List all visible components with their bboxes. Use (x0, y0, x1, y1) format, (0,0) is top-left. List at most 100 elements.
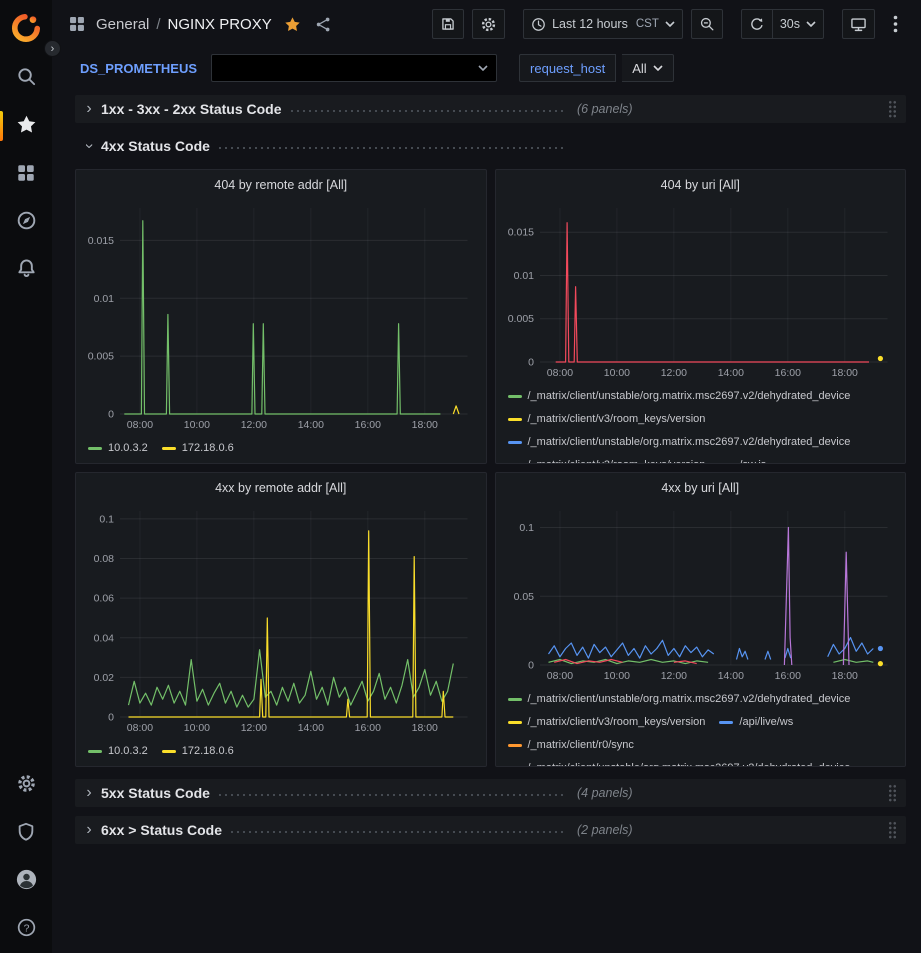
request-host-variable-select[interactable]: All (622, 54, 673, 82)
chevron-down-icon (665, 21, 675, 27)
sidebar-item-alerting[interactable] (0, 246, 52, 294)
share-dashboard-button[interactable] (311, 12, 336, 37)
timeseries-chart: 08:0010:0012:0014:0016:0018:0000.020.040… (76, 503, 486, 737)
favorite-star-button[interactable] (280, 12, 305, 37)
refresh-button[interactable] (741, 9, 773, 39)
row-drag-handle[interactable] (888, 784, 897, 802)
row-title[interactable]: 1xx - 3xx - 2xx Status Code (101, 101, 282, 117)
legend-label: /sw.js (739, 459, 766, 463)
legend-item[interactable]: /_matrix/client/unstable/org.matrix.msc2… (508, 689, 851, 709)
sidebar-item-explore[interactable] (0, 198, 52, 246)
kebab-icon (893, 15, 898, 33)
chevron-down-icon (478, 65, 488, 71)
legend-item[interactable]: /_matrix/client/unstable/org.matrix.msc2… (508, 386, 851, 406)
bell-icon (16, 258, 37, 282)
refresh-interval-select[interactable]: 30s (773, 9, 824, 39)
sidebar-item-server-admin[interactable] (0, 809, 52, 857)
datasource-variable-select[interactable] (211, 54, 497, 82)
svg-text:16:00: 16:00 (774, 367, 800, 379)
help-icon: ? (16, 917, 37, 941)
legend-item[interactable]: /_matrix/client/v3/room_keys/version (508, 712, 706, 732)
svg-text:10:00: 10:00 (184, 419, 210, 431)
row-title[interactable]: 6xx > Status Code (101, 822, 222, 838)
panel-4xx-by-remote-addr: 4xx by remote addr [All] 08:0010:0012:00… (75, 472, 487, 767)
panel-title[interactable]: 4xx by remote addr [All] (76, 473, 486, 503)
timeseries-chart: 08:0010:0012:0014:0016:0018:0000.0050.01… (496, 200, 906, 382)
svg-text:0.005: 0.005 (88, 351, 114, 363)
legend-item[interactable]: /_matrix/client/unstable/org.matrix.msc2… (508, 758, 851, 766)
sidebar-item-profile[interactable] (0, 857, 52, 905)
svg-text:18:00: 18:00 (412, 722, 438, 734)
save-dashboard-button[interactable] (432, 9, 464, 39)
row-panel-count: (6 panels) (577, 102, 633, 116)
legend-label: /api/live/ws (739, 716, 793, 728)
timezone-label: CST (636, 18, 659, 30)
svg-text:18:00: 18:00 (831, 367, 857, 379)
sidebar-nav (0, 54, 52, 294)
svg-text:16:00: 16:00 (355, 722, 381, 734)
sidebar-item-help[interactable]: ? (0, 905, 52, 953)
svg-text:0.015: 0.015 (88, 235, 114, 247)
legend-item[interactable]: /_matrix/client/v3/room_keys/version (508, 409, 706, 429)
legend-item[interactable]: /api/live/ws (719, 712, 793, 732)
svg-text:18:00: 18:00 (412, 419, 438, 431)
row-dotted-leader (219, 794, 567, 796)
legend-label: /_matrix/client/unstable/org.matrix.msc2… (528, 693, 851, 705)
chevron-down-icon (653, 65, 663, 71)
star-icon (16, 114, 37, 138)
svg-text:0: 0 (108, 409, 114, 421)
sidebar-item-dashboards[interactable] (0, 150, 52, 198)
chevron-right-icon: › (81, 785, 97, 801)
svg-text:0.01: 0.01 (513, 270, 534, 282)
sidebar-item-search[interactable] (0, 54, 52, 102)
svg-text:0.015: 0.015 (507, 227, 533, 239)
legend-item[interactable]: /_matrix/client/r0/sync (508, 735, 634, 755)
svg-text:0.1: 0.1 (99, 513, 114, 525)
avatar (15, 868, 38, 894)
zoom-out-icon (699, 16, 715, 32)
panel-title[interactable]: 4xx by uri [All] (496, 473, 906, 503)
legend-swatch (88, 750, 102, 753)
legend-item[interactable]: 172.18.0.6 (162, 741, 234, 761)
more-options-kebab[interactable] (883, 9, 907, 39)
grafana-logo[interactable] (6, 8, 46, 48)
tv-mode-button[interactable] (842, 9, 875, 39)
row-6xx[interactable]: › 6xx > Status Code (2 panels) (75, 816, 906, 844)
compass-icon (16, 210, 37, 234)
legend-item[interactable]: /_matrix/client/unstable/org.matrix.msc2… (508, 432, 851, 452)
dashboard-settings-button[interactable] (472, 9, 505, 39)
zoom-out-button[interactable] (691, 9, 723, 39)
legend-item[interactable]: 10.0.3.2 (88, 438, 148, 458)
svg-text:16:00: 16:00 (355, 419, 381, 431)
sidebar-expand-button[interactable]: › (44, 40, 61, 57)
row-title[interactable]: 4xx Status Code (101, 138, 210, 154)
svg-text:10:00: 10:00 (603, 670, 629, 682)
shield-icon (16, 822, 36, 845)
sidebar-item-configuration[interactable] (0, 761, 52, 809)
breadcrumb-folder[interactable]: General (96, 16, 149, 33)
datasource-variable-label[interactable]: DS_PROMETHEUS (80, 61, 197, 76)
panel-title[interactable]: 404 by remote addr [All] (76, 170, 486, 200)
share-icon (315, 16, 332, 33)
sidebar-item-starred[interactable] (0, 102, 52, 150)
legend-item[interactable]: 10.0.3.2 (88, 741, 148, 761)
svg-text:0: 0 (528, 660, 534, 672)
row-1xx-3xx-2xx[interactable]: › 1xx - 3xx - 2xx Status Code (6 panels) (75, 95, 906, 123)
dashboard-title[interactable]: NGINX PROXY (168, 16, 272, 33)
row-4xx[interactable]: › 4xx Status Code (75, 132, 906, 160)
row-5xx[interactable]: › 5xx Status Code (4 panels) (75, 779, 906, 807)
legend-item[interactable]: 172.18.0.6 (162, 438, 234, 458)
time-range-label: Last 12 hours (552, 17, 628, 31)
request-host-value-text: All (632, 61, 646, 76)
legend-item[interactable]: /_matrix/client/v3/room_keys/version (508, 455, 706, 463)
legend-swatch (508, 744, 522, 747)
svg-text:0.02: 0.02 (94, 672, 115, 684)
row-drag-handle[interactable] (888, 821, 897, 839)
row-title[interactable]: 5xx Status Code (101, 785, 210, 801)
legend-item[interactable]: /sw.js (719, 455, 766, 463)
time-range-picker[interactable]: Last 12 hours CST (523, 9, 683, 39)
legend-swatch (508, 721, 522, 724)
panel-title[interactable]: 404 by uri [All] (496, 170, 906, 200)
chevron-right-icon: › (81, 101, 97, 117)
row-drag-handle[interactable] (888, 100, 897, 118)
